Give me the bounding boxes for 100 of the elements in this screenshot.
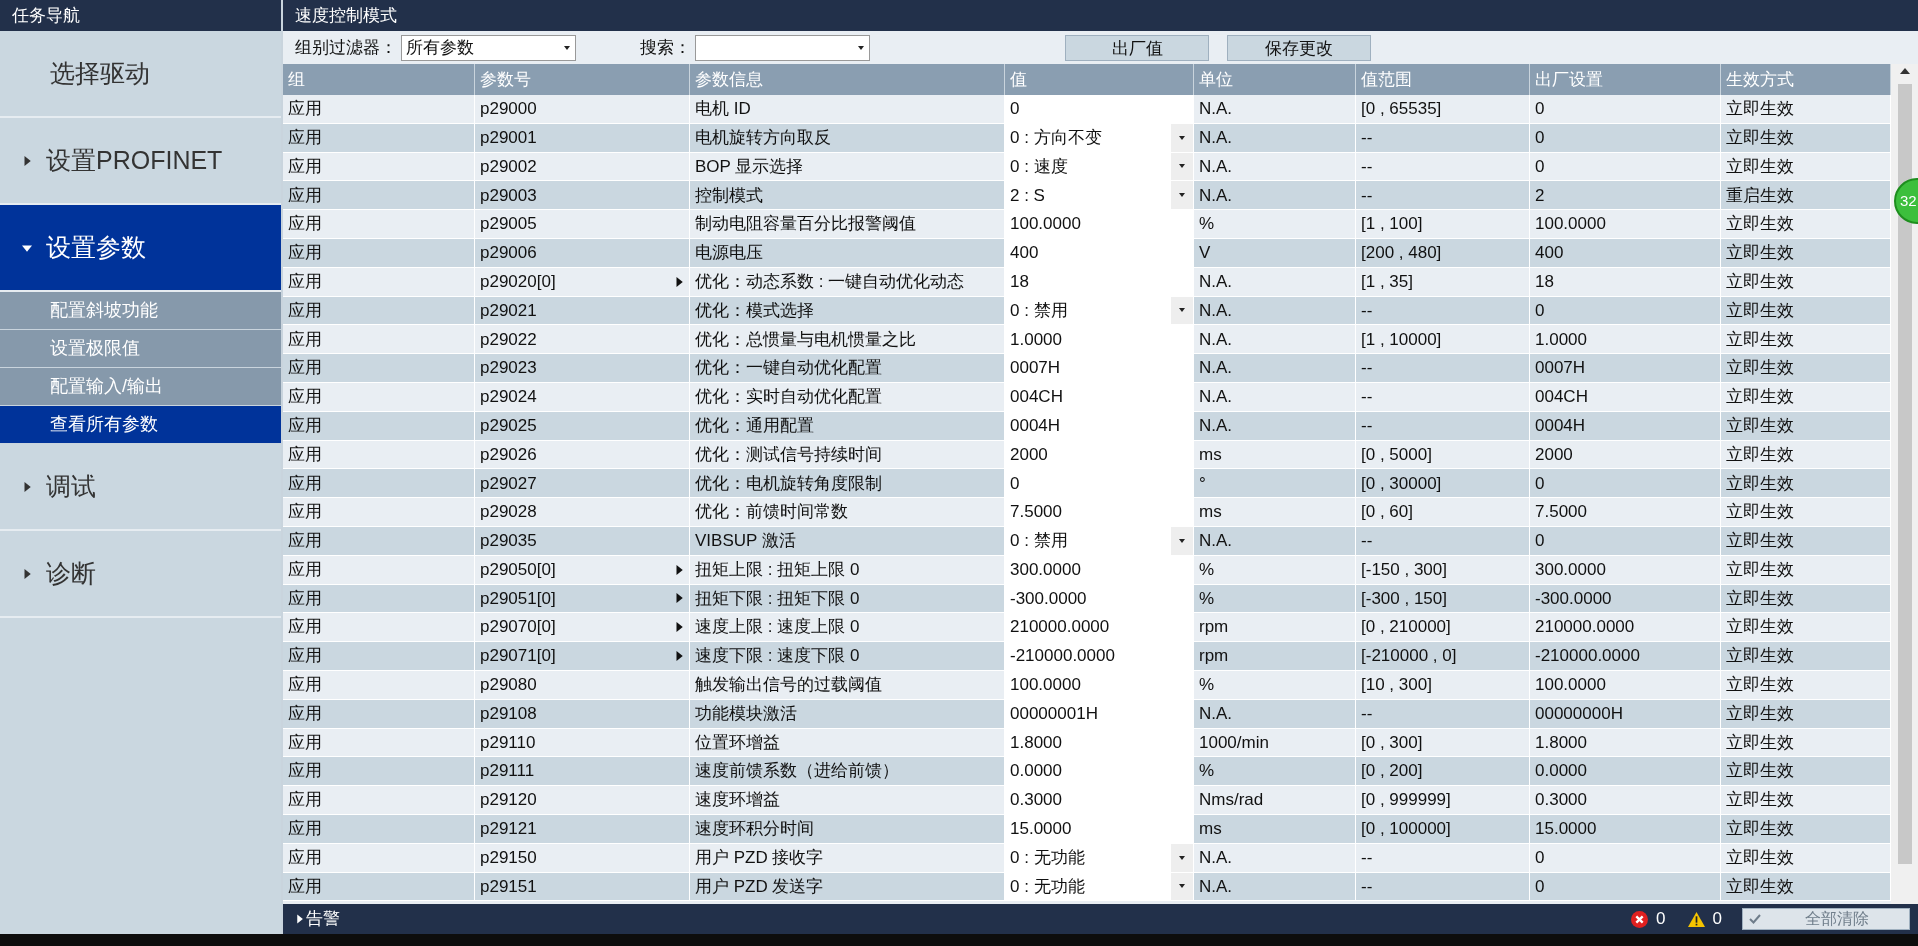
- table-cell: --: [1356, 382, 1530, 412]
- panel-title: 速度控制模式: [294, 4, 398, 27]
- value-field[interactable]: 0.0000: [1005, 757, 1194, 787]
- collapsed-arrow-icon: [674, 621, 684, 634]
- table-cell-text: p29001: [480, 126, 537, 149]
- scroll-up-icon[interactable]: [1899, 68, 1910, 74]
- table-cell: 触发输出信号的过载阈值: [690, 670, 1005, 700]
- collapsed-arrow-icon: [674, 592, 684, 605]
- table-cell: rpm: [1194, 642, 1356, 671]
- table-cell: 应用: [283, 786, 475, 815]
- search-label: 搜索：: [640, 36, 691, 59]
- table-cell: 00000000H: [1530, 699, 1721, 729]
- table-cell: 速度环积分时间: [690, 814, 1005, 844]
- table-cell: 7.5000: [1530, 498, 1721, 527]
- value-field[interactable]: 0.3000: [1005, 786, 1194, 815]
- value-field[interactable]: 0004H: [1005, 411, 1194, 441]
- table-cell-text: p29080: [480, 674, 537, 697]
- table-cell: --: [1356, 699, 1530, 729]
- table-cell-text: p29110: [480, 731, 536, 754]
- table-cell-text: p29020[0]: [480, 270, 556, 293]
- table-cell: 18: [1530, 267, 1721, 297]
- value-field[interactable]: 7.5000: [1005, 498, 1194, 527]
- value-field[interactable]: 210000.0000: [1005, 613, 1194, 643]
- value-dropdown[interactable]: 0 : 禁用: [1005, 526, 1194, 556]
- value-field[interactable]: 400: [1005, 239, 1194, 268]
- table-cell: %: [1194, 670, 1356, 700]
- toolbar-button[interactable]: 保存更改: [1227, 34, 1371, 61]
- table-cell-text: p29027: [480, 472, 537, 495]
- search-field[interactable]: [695, 34, 870, 61]
- alarms-toggle[interactable]: 告警: [295, 906, 340, 932]
- value-dropdown[interactable]: 0 : 无功能: [1005, 843, 1194, 873]
- table-cell: --: [1356, 526, 1530, 556]
- value-dropdown[interactable]: 0 : 禁用: [1005, 296, 1194, 326]
- value-field[interactable]: 100.0000: [1005, 670, 1194, 700]
- nav-subitem[interactable]: 查看所有参数: [0, 406, 281, 444]
- table-cell-text: p29108: [480, 702, 537, 725]
- table-cell: 300.0000: [1530, 555, 1721, 585]
- table-cell: 功能模块激活: [690, 699, 1005, 729]
- caret-icon: [1178, 536, 1186, 545]
- filter-label: 组别过滤器：: [295, 36, 397, 59]
- value-field[interactable]: 15.0000: [1005, 814, 1194, 844]
- value-field[interactable]: 18: [1005, 267, 1194, 297]
- table-cell: 电机旋转方向取反: [690, 123, 1005, 153]
- table-cell-text: p29120: [480, 789, 537, 812]
- value-field[interactable]: -210000.0000: [1005, 642, 1194, 671]
- table-cell: [0 , 60]: [1356, 498, 1530, 527]
- value-field[interactable]: 0007H: [1005, 354, 1194, 383]
- table-cell: 优化：实时自动优化配置: [690, 382, 1005, 412]
- table-cell: ms: [1194, 498, 1356, 527]
- value-field[interactable]: 00000001H: [1005, 699, 1194, 729]
- table-cell: N.A.: [1194, 354, 1356, 383]
- table-cell-text: p29005: [480, 213, 537, 236]
- value-field[interactable]: 300.0000: [1005, 555, 1194, 585]
- table-cell: 0: [1530, 872, 1721, 902]
- warning-count: 0: [1712, 908, 1722, 931]
- table-cell: 0: [1530, 123, 1721, 153]
- table-cell-text: p29006: [480, 242, 537, 265]
- table-cell: %: [1194, 555, 1356, 585]
- table-cell: --: [1356, 411, 1530, 441]
- table-cell: 15.0000: [1530, 814, 1721, 844]
- table-cell: N.A.: [1194, 699, 1356, 729]
- table-cell: 004CH: [1530, 382, 1721, 412]
- value-dropdown[interactable]: 0 : 方向不变: [1005, 123, 1194, 153]
- table-cell-text: p29071[0]: [480, 645, 556, 668]
- table-cell: [0 , 65535]: [1356, 95, 1530, 124]
- value-field[interactable]: 100.0000: [1005, 210, 1194, 239]
- value-dropdown[interactable]: 0 : 速度: [1005, 152, 1194, 182]
- table-cell-text: p29024: [480, 386, 537, 409]
- value-field[interactable]: 1.0000: [1005, 325, 1194, 355]
- nav-item[interactable]: 设置参数: [0, 205, 281, 292]
- value-dropdown[interactable]: 2 : S: [1005, 181, 1194, 211]
- value-field[interactable]: -300.0000: [1005, 584, 1194, 614]
- table-cell: 100.0000: [1530, 210, 1721, 239]
- value-dropdown[interactable]: 0 : 无功能: [1005, 872, 1194, 902]
- value-field[interactable]: 0: [1005, 469, 1194, 499]
- table-cell: 应用: [283, 843, 475, 873]
- table-cell: 应用: [283, 95, 475, 124]
- table-cell: V: [1194, 239, 1356, 268]
- table-cell: N.A.: [1194, 872, 1356, 902]
- table-cell: N.A.: [1194, 123, 1356, 153]
- table-cell: 0: [1530, 526, 1721, 556]
- table-cell: N.A.: [1194, 95, 1356, 124]
- collapsed-arrow-icon: [22, 568, 32, 579]
- table-cell-text: p29035: [480, 530, 537, 553]
- scrollbar[interactable]: [1891, 64, 1918, 904]
- value-field[interactable]: 0: [1005, 95, 1194, 124]
- table-cell: [10 , 300]: [1356, 670, 1530, 700]
- value-field[interactable]: 1.8000: [1005, 728, 1194, 758]
- table-cell: N.A.: [1194, 267, 1356, 297]
- toolbar-button[interactable]: 出厂值: [1065, 34, 1209, 61]
- table-cell-text: p29003: [480, 184, 537, 207]
- filter-dropdown[interactable]: 所有参数: [401, 34, 576, 61]
- table-cell: 制动电阻容量百分比报警阈值: [690, 210, 1005, 239]
- table-cell-text: p29111: [480, 760, 535, 783]
- value-field[interactable]: 2000: [1005, 440, 1194, 470]
- table-cell: 应用: [283, 670, 475, 700]
- table-cell: 优化：通用配置: [690, 411, 1005, 441]
- collapsed-arrow-icon: [295, 914, 304, 924]
- table-cell: --: [1356, 843, 1530, 873]
- value-field[interactable]: 004CH: [1005, 382, 1194, 412]
